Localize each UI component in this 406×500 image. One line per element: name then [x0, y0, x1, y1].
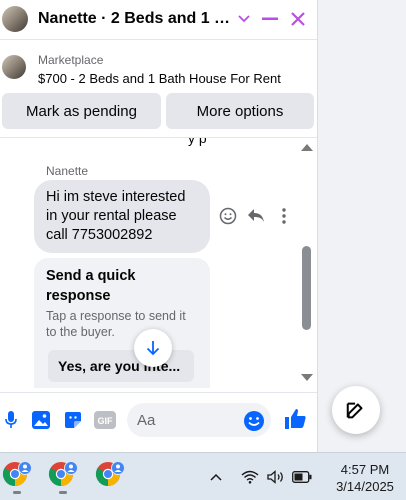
quick-reply-option[interactable]: Yes, are you inte...: [48, 350, 194, 382]
sticker-icon[interactable]: [62, 409, 84, 431]
more-icon[interactable]: [274, 206, 294, 226]
quick-response-subtitle: Tap a response to send it to the buyer.: [46, 309, 186, 339]
emoji-icon[interactable]: [243, 410, 265, 432]
chrome-icon: [48, 461, 78, 486]
taskbar-chrome-profile-3[interactable]: [93, 458, 127, 496]
scroll-down-arrow[interactable]: [301, 374, 313, 381]
scrollbar-thumb[interactable]: [302, 246, 311, 330]
scroll-up-arrow[interactable]: [301, 144, 313, 151]
system-clock[interactable]: 4:57 PM 3/14/2025: [326, 461, 404, 495]
battery-icon[interactable]: [292, 467, 312, 487]
minimize-icon[interactable]: [259, 8, 281, 30]
close-icon[interactable]: [287, 8, 309, 30]
chrome-icon: [95, 461, 125, 486]
react-icon[interactable]: [218, 206, 238, 226]
clock-time: 4:57 PM: [340, 462, 390, 477]
gif-icon[interactable]: GIF: [93, 409, 117, 431]
photo-icon[interactable]: [30, 409, 52, 431]
arrow-down-icon: [146, 341, 160, 356]
active-indicator: [13, 491, 21, 494]
more-options-button[interactable]: More options: [166, 93, 314, 129]
listing-source: Marketplace: [38, 53, 104, 67]
page-background: [318, 0, 406, 452]
svg-text:GIF: GIF: [98, 416, 114, 426]
partial-message: y p: [188, 138, 207, 146]
active-indicator: [59, 491, 67, 494]
quick-response-title: Send a quick response: [46, 268, 136, 304]
listing-thumbnail: [2, 55, 26, 79]
reply-icon[interactable]: [246, 206, 266, 226]
mark-as-pending-button[interactable]: Mark as pending: [2, 93, 161, 129]
compose-icon: [346, 402, 363, 419]
microphone-icon[interactable]: [0, 409, 22, 431]
new-message-button[interactable]: [332, 386, 380, 434]
message-composer: GIF: [0, 392, 317, 448]
chat-header: Nanette · 2 Beds and 1 Bat...: [0, 0, 317, 40]
scrollbar[interactable]: [300, 138, 314, 388]
message-bubble[interactable]: Hi im steve interested in your rental pl…: [34, 180, 210, 253]
quick-response-card: Send a quick response Tap a response to …: [34, 258, 210, 388]
chat-title[interactable]: Nanette · 2 Beds and 1 Bat...: [38, 10, 234, 28]
chat-window: Nanette · 2 Beds and 1 Bat... Marketplac…: [0, 0, 318, 452]
taskbar-chrome-profile-2[interactable]: [46, 458, 80, 496]
clock-date: 3/14/2025: [336, 479, 394, 494]
listing-title: $700 - 2 Beds and 1 Bath House For Rent: [38, 71, 281, 86]
scroll-to-bottom-button[interactable]: [134, 329, 172, 367]
taskbar: 4:57 PM 3/14/2025: [0, 452, 406, 500]
wifi-icon[interactable]: [240, 467, 260, 487]
chrome-icon: [2, 461, 32, 486]
avatar[interactable]: [2, 6, 28, 32]
chevron-down-icon[interactable]: [233, 8, 255, 30]
sender-name: Nanette: [46, 164, 89, 178]
taskbar-chrome-profile-1[interactable]: [0, 458, 34, 496]
message-list: y p Nanette Hi im steve interested in yo…: [0, 138, 300, 388]
thumbs-up-icon[interactable]: [282, 406, 308, 432]
chevron-up-icon[interactable]: [206, 467, 226, 487]
volume-icon[interactable]: [266, 467, 286, 487]
listing-info[interactable]: Marketplace $700 - 2 Beds and 1 Bath Hou…: [0, 44, 317, 90]
